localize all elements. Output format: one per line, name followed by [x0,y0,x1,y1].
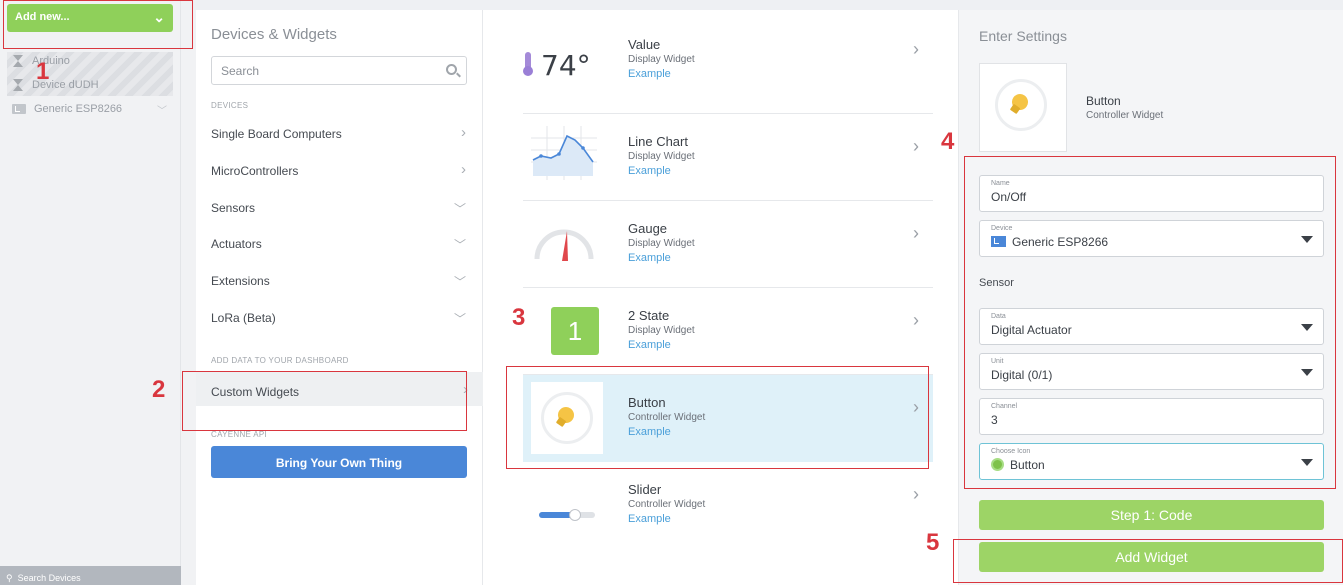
search-devices-label: Search Devices [17,573,81,583]
top-strip [181,0,1343,10]
annotation-number-1: 1 [36,58,50,85]
device-item-esp8266[interactable]: Generic ESP8266 [12,101,122,117]
step-1-code-button[interactable]: Step 1: Code [979,500,1324,530]
annotation-number-2: 2 [152,376,166,403]
device-label: Generic ESP8266 [34,103,123,115]
line-chart-thumbnail [531,126,603,186]
widget-name: 2 State [628,308,670,323]
chevron-down-icon: ﹀ [453,312,466,326]
widget-line-chart[interactable]: Line Chart Display Widget Example › [523,114,933,201]
widget-slider[interactable]: Slider Controller Widget Example › [523,462,933,549]
gauge-thumbnail [531,221,603,281]
category-label: LoRa (Beta) [211,311,276,325]
widget-type: Controller Widget [628,499,706,510]
hourglass-icon [12,79,24,91]
widget-type: Display Widget [628,151,695,162]
slider-thumbnail [531,476,603,536]
widget-type: Display Widget [628,238,695,249]
widget-2-state[interactable]: 1 2 State Display Widget Example › [523,288,933,375]
annotation-number-4: 4 [941,128,955,155]
category-label: Actuators [211,237,262,251]
chevron-right-icon: › [913,39,919,59]
example-link[interactable]: Example [628,165,671,177]
preview-type: Controller Widget [1086,110,1164,121]
widget-gauge[interactable]: Gauge Display Widget Example › [523,201,933,288]
settings-title: Enter Settings [979,28,1067,44]
gutter [181,10,196,585]
chevron-down-icon: ﹀ [453,202,466,216]
devices-section-label: DEVICES [211,101,249,110]
example-link[interactable]: Example [628,339,671,351]
category-label: Single Board Computers [211,127,342,141]
api-section-label: CAYENNE API [211,430,268,439]
widget-name: Line Chart [628,134,688,149]
slider-track [539,509,595,521]
category-single-board-computers[interactable]: Single Board Computers › [211,124,468,145]
chevron-right-icon: › [913,484,919,504]
annotation-number-5: 5 [926,529,940,556]
example-link[interactable]: Example [628,513,671,525]
gauge-icon [534,229,594,261]
chevron-down-icon: ﹀ [453,275,466,289]
chevron-down-icon[interactable]: ﹀ [157,102,167,117]
annotation-number-3: 3 [512,304,526,331]
device-sidebar: Add new... ⌄ Arduino Device dUDH Generic… [0,0,181,585]
button-circle [995,79,1047,131]
two-state-thumbnail: 1 [531,302,603,362]
category-microcontrollers[interactable]: MicroControllers › [211,161,468,182]
search-icon [446,64,457,75]
annotation-box-4 [964,156,1336,489]
category-label: Sensors [211,201,256,215]
widget-name: Slider [628,482,662,497]
category-actuators[interactable]: Actuators ﹀ [211,237,468,255]
category-label: Extensions [211,274,270,288]
category-extensions[interactable]: Extensions ﹀ [211,274,468,292]
hourglass-icon [12,55,24,67]
device-item-dudh[interactable]: Device dUDH [12,77,99,93]
annotation-box-3 [506,366,929,469]
chevron-right-icon: › [913,310,919,330]
example-link[interactable]: Example [628,252,671,264]
value-thumb-text: 74° [541,49,591,82]
widget-value[interactable]: 74° Value Display Widget Example › [523,27,933,114]
search-placeholder: Search [221,64,260,78]
category-sensors[interactable]: Sensors ﹀ [211,201,468,219]
catalog-search-input[interactable]: Search [211,56,467,85]
light-bulb-icon [1008,90,1032,114]
annotation-box-2 [182,371,467,431]
chevron-right-icon: › [461,161,466,178]
thermometer-icon [523,52,533,76]
chevron-right-icon: › [461,124,466,141]
widget-preview [979,63,1067,152]
annotation-box-1 [3,0,193,49]
catalog-panel: Devices & Widgets Search DEVICES Single … [196,10,483,585]
line-chart-icon [531,126,597,180]
dashboard-section-label: ADD DATA TO YOUR DASHBOARD [211,356,349,365]
chevron-right-icon: › [913,223,919,243]
widget-list: 74° Value Display Widget Example › Line … [483,10,959,585]
bring-your-own-thing-button[interactable]: Bring Your Own Thing [211,446,467,478]
widget-type: Display Widget [628,325,695,336]
search-icon: ⚲ [6,573,13,583]
slider-knob [569,509,582,521]
category-lora[interactable]: LoRa (Beta) ﹀ [211,311,468,329]
board-icon [12,104,26,114]
value-thumbnail: 74° [523,41,603,101]
two-state-icon: 1 [551,307,599,355]
search-devices-button[interactable]: ⚲ Search Devices [0,566,181,585]
widget-name: Gauge [628,221,668,236]
category-label: MicroControllers [211,164,299,178]
example-link[interactable]: Example [628,68,671,80]
chevron-right-icon: › [913,136,919,156]
chevron-down-icon: ﹀ [453,238,466,252]
widget-name: Value [628,37,661,52]
annotation-box-5 [953,539,1343,583]
catalog-title: Devices & Widgets [211,26,337,43]
widget-type: Display Widget [628,54,695,65]
preview-name: Button [1086,94,1121,108]
